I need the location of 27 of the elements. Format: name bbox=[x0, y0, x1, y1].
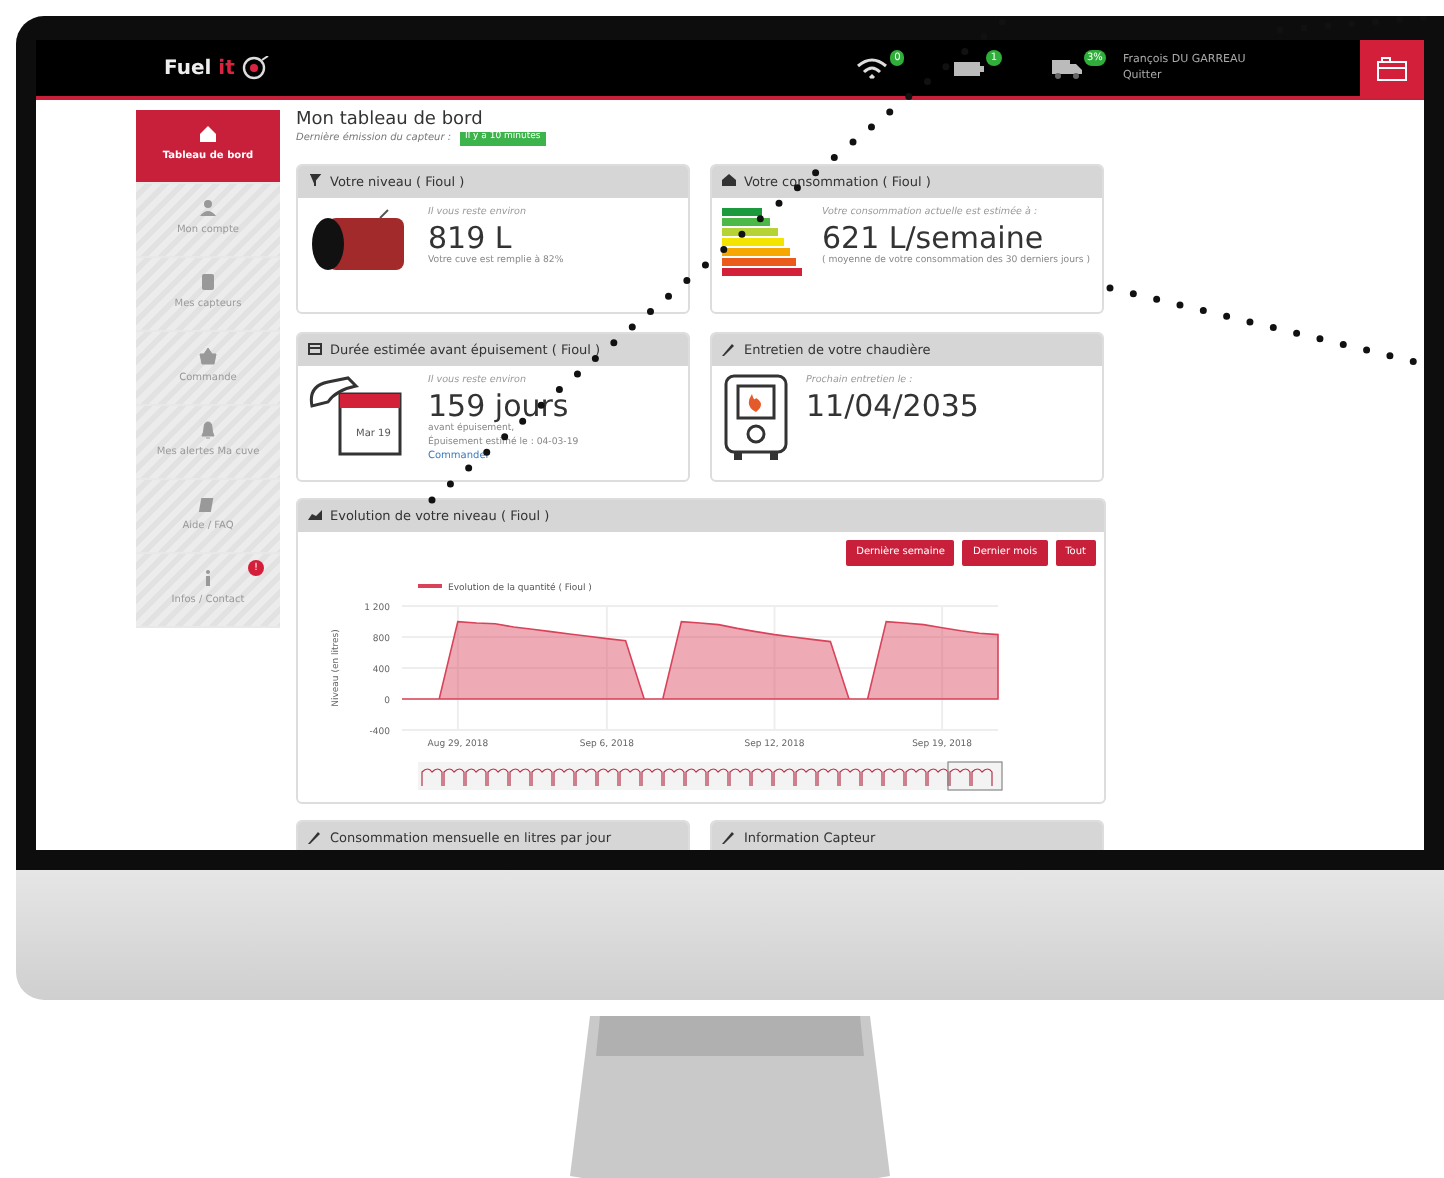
pencil-icon bbox=[722, 830, 736, 844]
truck-icon[interactable] bbox=[1049, 56, 1083, 80]
logo: Fuel it bbox=[164, 55, 235, 83]
consumption-header-icon bbox=[722, 174, 736, 188]
sensor-icon bbox=[198, 272, 218, 292]
boiler-drawing bbox=[722, 373, 790, 461]
value-text: 159 jours bbox=[428, 387, 571, 424]
user-icon bbox=[198, 198, 218, 218]
wifi-icon[interactable] bbox=[856, 56, 891, 80]
value-text: 819 L bbox=[428, 219, 512, 256]
page-title: Mon tableau de bord bbox=[296, 110, 485, 132]
boiler-header-icon bbox=[722, 342, 736, 356]
chart-icon bbox=[308, 510, 322, 520]
pencil-icon bbox=[308, 830, 322, 844]
home-icon bbox=[198, 124, 218, 144]
value-text: 11/04/2035 bbox=[806, 387, 981, 424]
help-icon bbox=[198, 494, 218, 514]
bell-icon bbox=[198, 420, 218, 440]
range-navigator[interactable] bbox=[418, 760, 1003, 790]
basket-icon bbox=[198, 346, 218, 366]
target-icon bbox=[242, 56, 271, 80]
value-text: 621 L/semaine bbox=[822, 219, 1044, 256]
folder-button[interactable] bbox=[1360, 40, 1424, 98]
duration-header-icon bbox=[308, 342, 322, 356]
battery-icon[interactable] bbox=[952, 56, 987, 80]
folder-icon bbox=[1376, 55, 1409, 81]
level-header-icon bbox=[308, 174, 322, 188]
